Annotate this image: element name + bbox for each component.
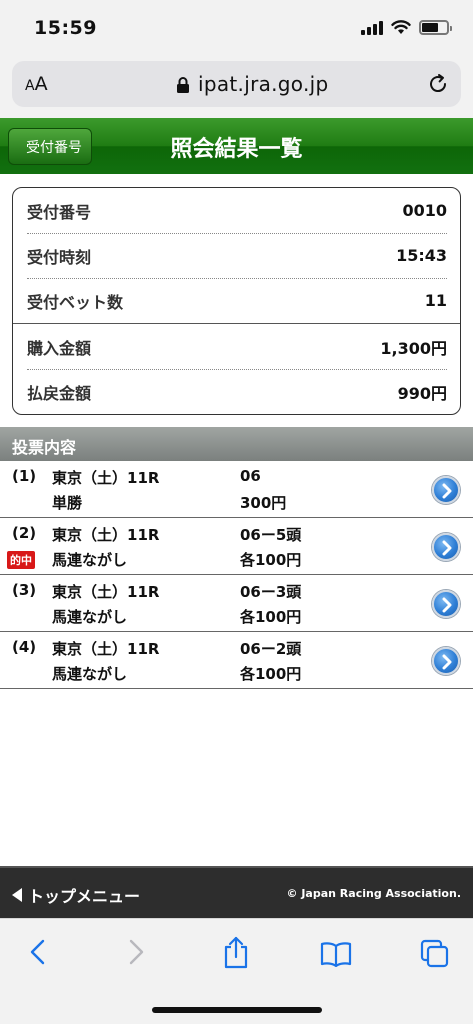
share-icon[interactable] [222, 935, 250, 969]
summary-label: 受付ベット数 [27, 292, 124, 312]
summary-row-purchase-amount: 購入金額 1,300円 [27, 324, 447, 369]
chevron-right-icon[interactable] [432, 590, 460, 618]
summary-value: 15:43 [396, 246, 447, 265]
top-menu-label: トップメニュー [28, 887, 141, 906]
wifi-icon [391, 20, 411, 34]
signal-icon [361, 20, 383, 35]
chevron-right-icon[interactable] [432, 476, 460, 504]
section-title: 投票内容 [0, 427, 473, 461]
tabs-icon[interactable] [420, 939, 450, 969]
status-bar: 15:59 [0, 0, 473, 56]
summary-row-receipt-time: 受付時刻 15:43 [27, 233, 447, 278]
summary-row-receipt-number: 受付番号 0010 [27, 188, 447, 233]
text-size-button[interactable]: AA [25, 73, 48, 95]
bet-type: 単勝 [52, 494, 83, 512]
back-icon[interactable] [28, 937, 48, 967]
bet-race: 東京（土）11R [52, 526, 160, 544]
bet-type: 馬連ながし [52, 551, 128, 569]
summary-value: 990円 [397, 383, 447, 403]
summary-label: 受付番号 [27, 202, 92, 222]
back-triangle-icon [12, 888, 22, 902]
summary-value: 1,300円 [380, 338, 447, 358]
bet-type: 馬連ながし [52, 608, 128, 626]
bet-combo: 06ー5頭 [240, 526, 302, 544]
browser-address-area: AA ipat.jra.go.jp [0, 56, 473, 118]
battery-icon [419, 20, 452, 35]
page-header: 受付番号 照会結果一覧 [0, 118, 473, 174]
summary-value: 11 [424, 291, 447, 310]
page-title: 照会結果一覧 [170, 137, 303, 162]
summary-label: 払戻金額 [27, 383, 92, 403]
bet-amount: 各100円 [240, 608, 302, 626]
hit-badge: 的中 [7, 551, 35, 569]
lock-icon [177, 77, 189, 93]
bet-amount: 各100円 [240, 551, 302, 569]
summary-box: 受付番号 0010 受付時刻 15:43 受付ベット数 11 購入金額 1,30… [12, 187, 461, 415]
chevron-right-icon[interactable] [432, 533, 460, 561]
chevron-right-icon[interactable] [432, 647, 460, 675]
bet-row[interactable]: (2) 的中 東京（土）11R 馬連ながし 06ー5頭 各100円 [0, 518, 473, 575]
summary-value: 0010 [402, 201, 447, 220]
summary-label: 購入金額 [27, 338, 92, 358]
home-indicator[interactable] [152, 1007, 322, 1013]
status-time: 15:59 [34, 17, 97, 39]
bet-combo: 06ー2頭 [240, 640, 302, 658]
bet-race: 東京（土）11R [52, 469, 160, 487]
url-text[interactable]: ipat.jra.go.jp [198, 72, 329, 96]
summary-row-payout-amount: 払戻金額 990円 [27, 369, 447, 414]
bet-race: 東京（土）11R [52, 640, 160, 658]
copyright: © Japan Racing Association. [286, 887, 462, 900]
bet-row[interactable]: (3) 東京（土）11R 馬連ながし 06ー3頭 各100円 [0, 575, 473, 632]
status-icons [361, 20, 452, 35]
bet-row[interactable]: (4) 東京（土）11R 馬連ながし 06ー2頭 各100円 [0, 632, 473, 689]
bet-amount: 各100円 [240, 665, 302, 683]
top-menu-link[interactable]: トップメニュー [12, 883, 140, 907]
forward-icon[interactable] [126, 937, 146, 967]
summary-row-bet-count: 受付ベット数 11 [27, 278, 447, 323]
bet-amount: 300円 [240, 494, 287, 512]
bet-race: 東京（土）11R [52, 583, 160, 601]
bet-combo: 06ー3頭 [240, 583, 302, 601]
bet-type: 馬連ながし [52, 665, 128, 683]
address-bar[interactable]: AA ipat.jra.go.jp [12, 61, 461, 107]
bet-number: (3) [12, 581, 37, 599]
bet-combo: 06 [240, 467, 261, 485]
bookmarks-icon[interactable] [320, 941, 352, 967]
bet-number: (2) [12, 524, 37, 542]
bet-number: (4) [12, 638, 37, 656]
bet-number: (1) [12, 467, 37, 485]
site-footer: トップメニュー © Japan Racing Association. [0, 866, 473, 918]
reload-icon[interactable] [427, 73, 449, 95]
summary-label: 受付時刻 [27, 247, 92, 267]
bet-row[interactable]: (1) 東京（土）11R 単勝 06 300円 [0, 461, 473, 518]
